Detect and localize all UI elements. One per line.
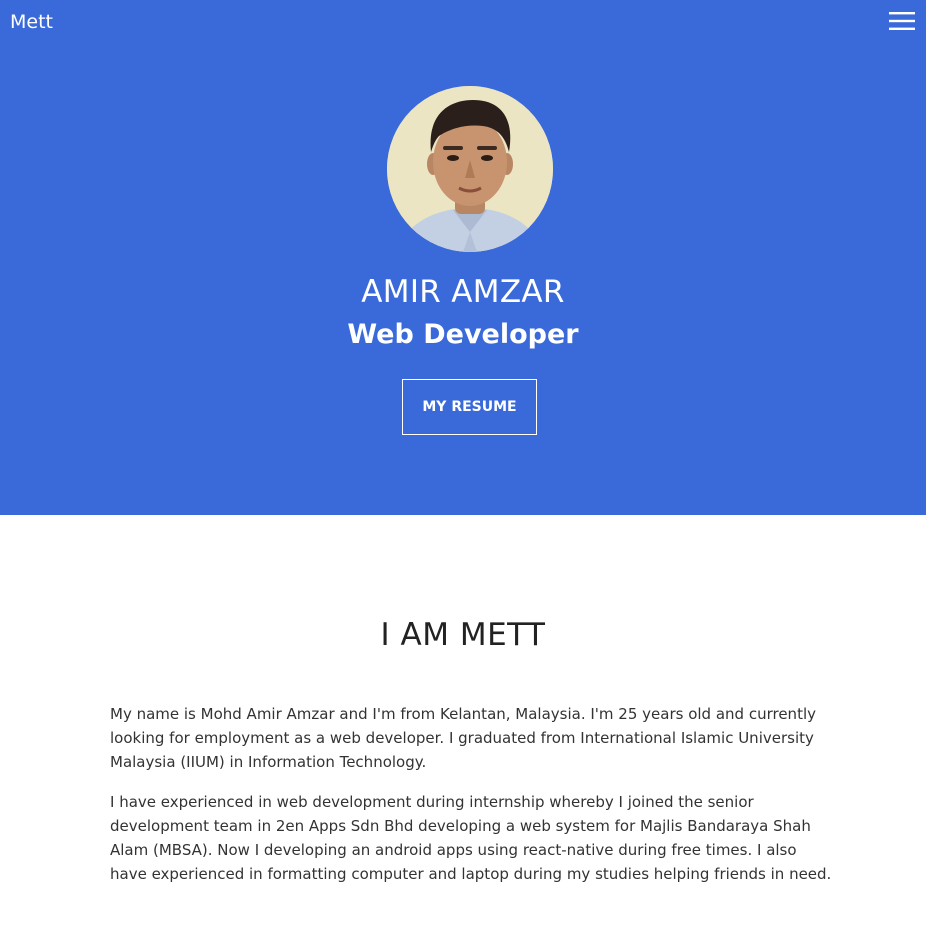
my-resume-button[interactable]: MY RESUME bbox=[402, 379, 537, 435]
hero-role: Web Developer bbox=[347, 319, 579, 350]
hero-section: AMIR AMZAR Web Developer MY RESUME bbox=[0, 46, 926, 515]
about-paragraph-1: My name is Mohd Amir Amzar and I'm from … bbox=[110, 705, 816, 771]
about-paragraph-2: I have experienced in web development du… bbox=[110, 793, 832, 883]
hero-name: AMIR AMZAR bbox=[361, 274, 565, 310]
about-text: My name is Mohd Amir Amzar and I'm from … bbox=[110, 702, 832, 902]
navbar: Mett bbox=[0, 0, 926, 46]
about-section: I AM METT My name is Mohd Amir Amzar and… bbox=[0, 515, 926, 936]
brand-link[interactable]: Mett bbox=[10, 11, 53, 33]
about-title: I AM METT bbox=[380, 617, 546, 653]
hamburger-menu-icon[interactable] bbox=[888, 9, 916, 33]
avatar bbox=[387, 86, 553, 252]
